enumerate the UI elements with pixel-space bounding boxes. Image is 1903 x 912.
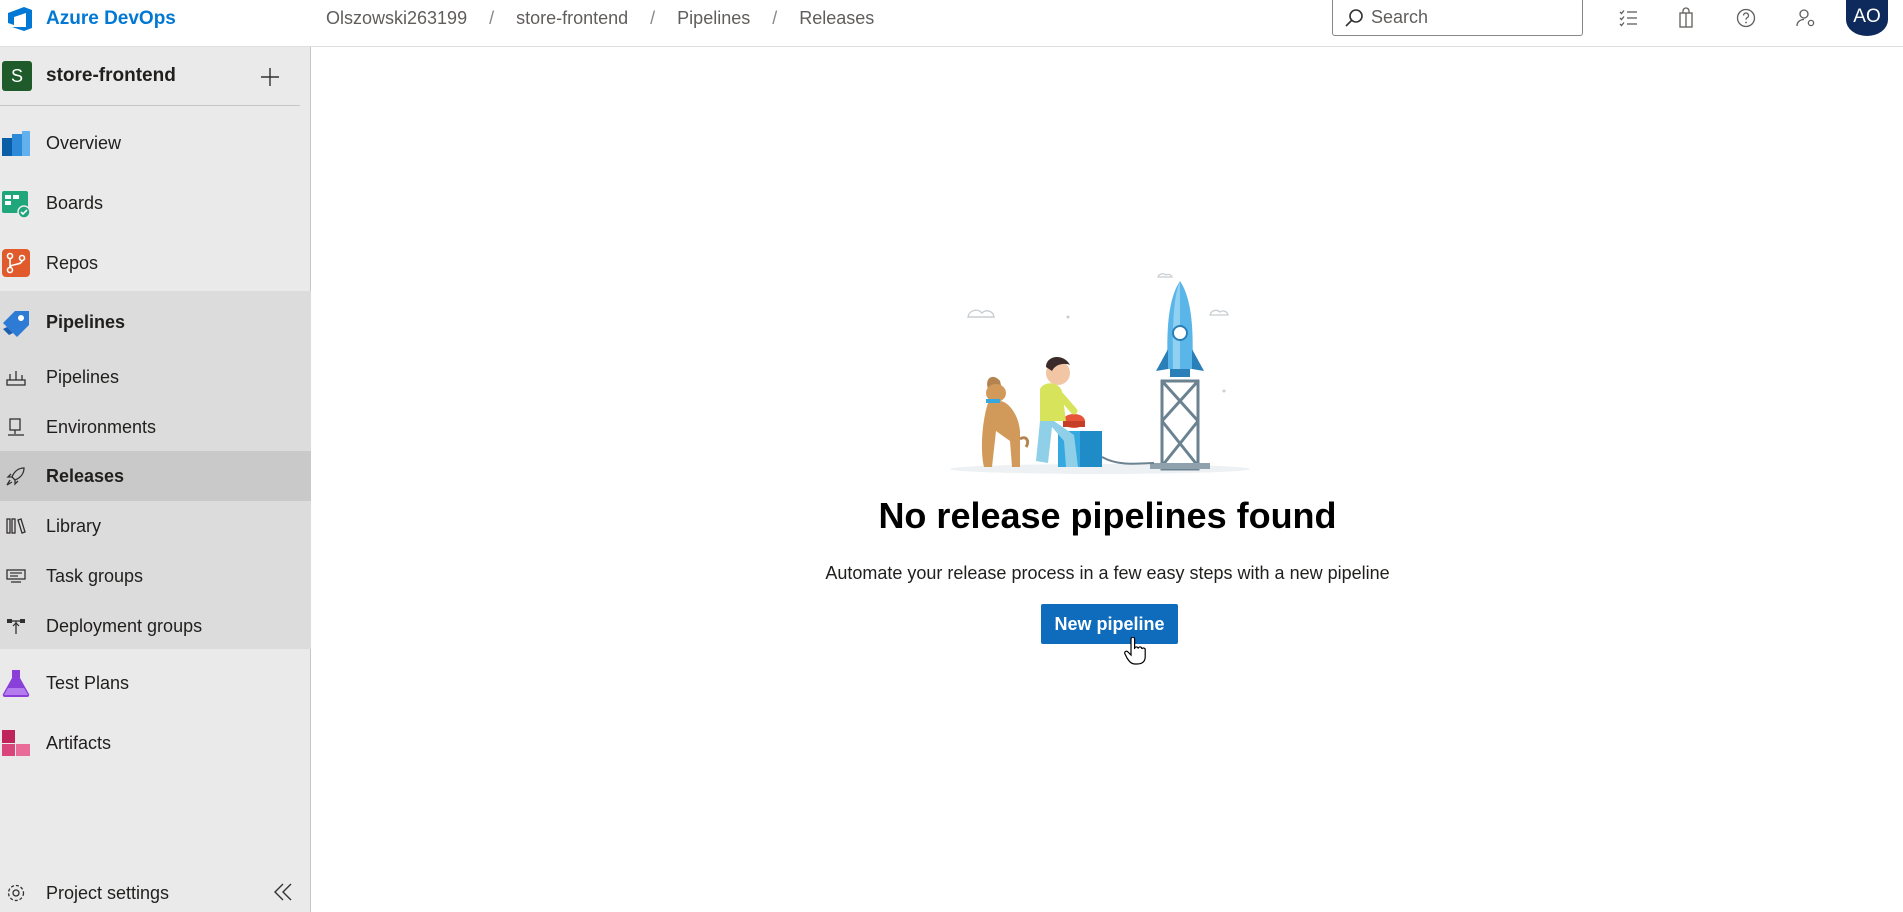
task-list-icon-svg [1619,10,1637,27]
main-content: No release pipelines found Automate your… [312,47,1903,912]
new-pipeline-button[interactable]: New pipeline [1041,604,1178,644]
help-icon-svg [1736,8,1756,28]
shopping-bag-icon-svg [1679,7,1693,28]
double-chevron-left-icon [274,883,292,901]
azure-devops-logo-icon [8,6,32,31]
task-list-icon[interactable] [1614,4,1642,32]
sidebar-item-repos[interactable]: Repos [0,238,311,288]
hand-cursor-icon [1124,637,1146,665]
pipelines-icon [0,306,32,338]
breadcrumb-separator: / [650,7,656,28]
sidebar-item-pipelines-sub[interactable]: Pipelines [0,352,311,402]
gear-icon [0,877,32,909]
breadcrumb-separator: / [772,7,778,28]
breadcrumb-project[interactable]: store-frontend [516,8,628,29]
sidebar-item-releases[interactable]: Releases [0,451,311,501]
breadcrumb-releases[interactable]: Releases [799,8,874,29]
overview-icon [0,127,32,159]
deployment-groups-icon [2,612,30,640]
sidebar-item-label: Pipelines [46,311,126,332]
sidebar-item-label: Pipelines [46,366,120,387]
help-icon[interactable] [1732,4,1760,32]
search-icon [1345,8,1363,27]
sidebar-item-label: Task groups [46,565,144,586]
sidebar-item-label: Overview [46,132,122,153]
sidebar-item-pipelines[interactable]: Pipelines [0,297,311,347]
sidebar-item-label: Artifacts [46,732,112,753]
sidebar-item-task-groups[interactable]: Task groups [0,551,311,601]
sidebar-item-environments[interactable]: Environments [0,402,311,452]
sidebar-item-artifacts[interactable]: Artifacts [0,718,311,768]
project-badge: S [2,61,32,91]
sidebar-item-label: Test Plans [46,672,130,693]
sidebar-item-label: Releases [46,465,125,486]
task-groups-icon [2,562,30,590]
empty-state-illustration [950,273,1250,474]
plus-icon [261,68,279,86]
sidebar-item-label: Environments [46,416,157,437]
breadcrumb: Olszowski263199 / store-frontend / Pipel… [326,0,874,36]
search-box[interactable] [1332,0,1583,36]
breadcrumb-pipelines[interactable]: Pipelines [677,8,750,29]
project-header[interactable]: S store-frontend [0,47,300,106]
top-bar: Azure DevOps Olszowski263199 / store-fro… [0,0,1903,47]
sidebar-item-project-settings[interactable]: Project settings [0,875,311,911]
empty-state-subtitle: Automate your release process in a few e… [825,563,1390,583]
artifacts-icon [0,727,32,759]
sidebar-item-boards[interactable]: Boards [0,178,311,228]
library-icon [2,512,30,540]
sidebar-item-label: Library [46,515,102,536]
brand[interactable]: Azure DevOps [0,0,176,37]
sidebar-item-overview[interactable]: Overview [0,118,311,168]
shopping-bag-icon[interactable] [1672,4,1700,32]
sidebar-item-test-plans[interactable]: Test Plans [0,658,311,708]
user-settings-icon[interactable] [1792,4,1820,32]
breadcrumb-organization[interactable]: Olszowski263199 [326,8,467,29]
avatar[interactable]: AO [1846,0,1888,36]
sidebar: S store-frontend Overview Boards Repos P… [0,47,311,912]
pipelines-sub-icon [2,363,30,391]
test-plans-icon [0,667,32,699]
collapse-sidebar-button[interactable] [268,877,298,907]
boards-icon [0,187,32,219]
empty-state-title: No release pipelines found [878,495,1337,536]
repos-icon [0,247,32,279]
brand-name: Azure DevOps [46,7,176,29]
sidebar-item-label: Deployment groups [46,615,203,636]
sidebar-item-library[interactable]: Library [0,501,311,551]
environments-icon [2,413,30,441]
sidebar-item-deployment-groups[interactable]: Deployment groups [0,601,311,651]
breadcrumb-separator: / [489,7,495,28]
sidebar-item-label: Boards [46,192,104,213]
releases-icon [2,462,30,490]
avatar-initials: AO [1853,6,1881,27]
sidebar-item-label: Project settings [46,882,170,903]
project-name: store-frontend [46,65,176,86]
sidebar-item-label: Repos [46,252,99,273]
search-input[interactable] [1371,7,1571,28]
user-settings-icon-svg [1796,9,1815,27]
add-button[interactable] [256,63,284,91]
